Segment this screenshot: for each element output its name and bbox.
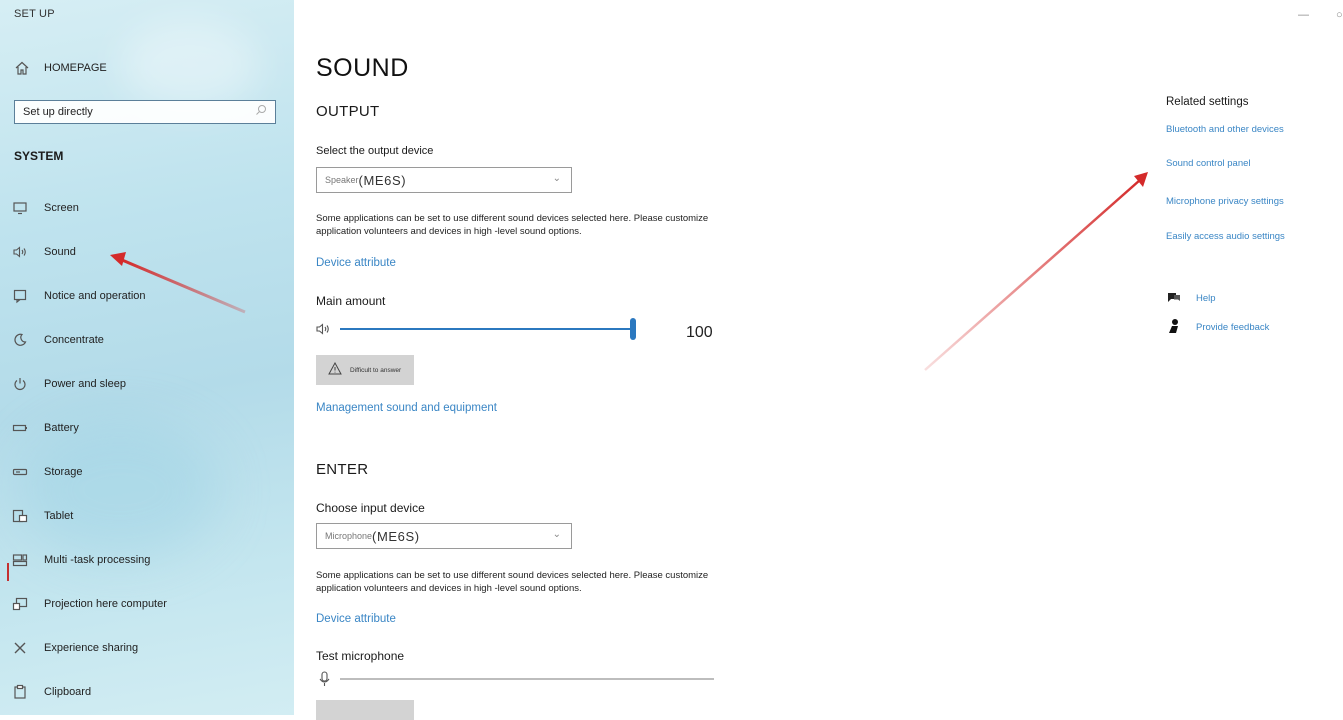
monitor-icon <box>12 200 28 216</box>
sidebar-item-label: Storage <box>44 466 83 478</box>
speaker-icon <box>12 244 28 260</box>
sidebar-item-battery[interactable]: Battery <box>12 406 282 450</box>
sidebar-item-label: Battery <box>44 422 79 434</box>
volume-icon[interactable] <box>316 321 334 337</box>
page-title: SOUND <box>316 54 409 82</box>
help-link[interactable]: Help <box>1166 290 1216 307</box>
sidebar-item-sharing[interactable]: Experience sharing <box>12 626 282 670</box>
sidebar-item-multitask[interactable]: Multi -task processing <box>12 538 282 582</box>
battery-icon <box>12 420 28 436</box>
sidebar-item-label: Experience sharing <box>44 642 139 654</box>
clipboard-icon <box>12 684 28 700</box>
input-device-attribute-link[interactable]: Device attribute <box>316 613 396 625</box>
sound-control-panel-link[interactable]: Sound control panel <box>1166 158 1251 169</box>
search-input[interactable] <box>23 106 255 118</box>
microphone-privacy-link[interactable]: Microphone privacy settings <box>1166 196 1284 207</box>
share-icon <box>12 640 28 656</box>
sidebar-item-notice[interactable]: Notice and operation <box>12 274 282 318</box>
sidebar-item-power[interactable]: Power and sleep <box>12 362 282 406</box>
chevron-down-icon: ⌄ <box>552 173 561 184</box>
feedback-link[interactable]: Provide feedback <box>1166 318 1269 337</box>
input-select-label: Choose input device <box>316 501 425 515</box>
input-heading: ENTER <box>316 461 369 478</box>
help-icon <box>1166 290 1182 307</box>
manage-sound-devices-link[interactable]: Management sound and equipment <box>316 402 497 414</box>
sidebar-backdrop <box>120 20 260 110</box>
test-microphone-label: Test microphone <box>316 649 405 663</box>
troubleshoot-button[interactable]: Difficult to answer <box>316 355 414 385</box>
sidebar-item-screen[interactable]: Screen <box>12 186 282 230</box>
sidebar: SET UP HOMEPAGE SYSTEM Screen Sound Noti… <box>0 0 294 715</box>
moon-icon <box>12 332 28 348</box>
warning-icon <box>328 361 342 378</box>
input-device-prefix: Microphone <box>325 531 373 541</box>
output-device-prefix: Speaker <box>325 175 359 185</box>
microphone-icon <box>316 671 334 687</box>
volume-slider-fill <box>340 328 633 330</box>
help-label: Help <box>1196 293 1216 304</box>
chevron-down-icon: ⌄ <box>552 529 561 540</box>
settings-search-box[interactable] <box>14 100 276 124</box>
search-icon[interactable] <box>255 103 267 121</box>
home-icon <box>14 60 30 76</box>
sidebar-item-label: Sound <box>44 246 76 258</box>
output-device-attribute-link[interactable]: Device attribute <box>316 257 396 269</box>
projection-icon <box>12 596 28 612</box>
output-device-model: (ME6S) <box>358 172 407 188</box>
sidebar-item-label: Multi -task processing <box>44 554 151 566</box>
sidebar-item-label: Concentrate <box>44 334 104 346</box>
output-description: Some applications can be set to use diff… <box>316 213 709 237</box>
feedback-icon <box>1166 318 1182 337</box>
sidebar-item-projection[interactable]: Projection here computer <box>12 582 282 626</box>
sidebar-item-storage[interactable]: Storage <box>12 450 282 494</box>
mic-level-rail <box>340 678 714 680</box>
mic-level-row <box>316 671 714 687</box>
notification-icon <box>12 288 28 304</box>
sidebar-item-label: Power and sleep <box>44 378 126 390</box>
input-device-model: (ME6S) <box>372 528 420 544</box>
tablet-icon <box>12 508 28 524</box>
window-title: SET UP <box>14 8 55 20</box>
audio-access-settings-link[interactable]: Easily access audio settings <box>1166 231 1285 242</box>
power-icon <box>12 376 28 392</box>
main-content: SOUND OUTPUT Select the output device Sp… <box>294 0 1164 720</box>
sidebar-item-label: Screen <box>44 202 79 214</box>
mic-level-meter <box>340 672 714 686</box>
volume-label: Main amount <box>316 294 386 308</box>
output-select-label: Select the output device <box>316 145 434 157</box>
feedback-label: Provide feedback <box>1196 322 1270 333</box>
sidebar-item-label: Projection here computer <box>44 598 167 610</box>
volume-slider[interactable] <box>340 318 636 340</box>
bluetooth-devices-link[interactable]: Bluetooth and other devices <box>1166 124 1284 135</box>
system-nav-list: Screen Sound Notice and operation Concen… <box>12 186 282 714</box>
sidebar-item-label: Clipboard <box>44 686 92 698</box>
volume-value: 100 <box>686 324 713 341</box>
related-settings-title: Related settings <box>1166 96 1249 108</box>
input-troubleshoot-button[interactable] <box>316 700 414 720</box>
volume-slider-thumb[interactable] <box>630 318 636 340</box>
troubleshoot-label: Difficult to answer <box>350 366 402 374</box>
input-description: Some applications can be set to use diff… <box>316 570 709 594</box>
sidebar-item-tablet[interactable]: Tablet <box>12 494 282 538</box>
sidebar-item-label: Notice and operation <box>44 290 146 302</box>
sidebar-item-concentrate[interactable]: Concentrate <box>12 318 282 362</box>
input-device-dropdown[interactable]: Microphone (ME6S) ⌄ <box>316 523 572 549</box>
storage-icon <box>12 464 28 480</box>
output-heading: OUTPUT <box>316 103 380 120</box>
sidebar-item-label: Tablet <box>44 510 74 522</box>
nav-homepage[interactable]: HOMEPAGE <box>14 60 107 76</box>
nav-homepage-label: HOMEPAGE <box>44 62 107 74</box>
sidebar-section-heading: SYSTEM <box>14 149 64 163</box>
sidebar-item-sound[interactable]: Sound <box>12 230 282 274</box>
sidebar-item-clipboard[interactable]: Clipboard <box>12 670 282 714</box>
output-device-dropdown[interactable]: Speaker (ME6S) ⌄ <box>316 167 572 193</box>
multitask-icon <box>12 552 28 568</box>
scroll-indicator <box>7 563 9 581</box>
volume-slider-row <box>316 318 636 340</box>
related-settings-panel: Related settings Bluetooth and other dev… <box>1164 0 1343 715</box>
